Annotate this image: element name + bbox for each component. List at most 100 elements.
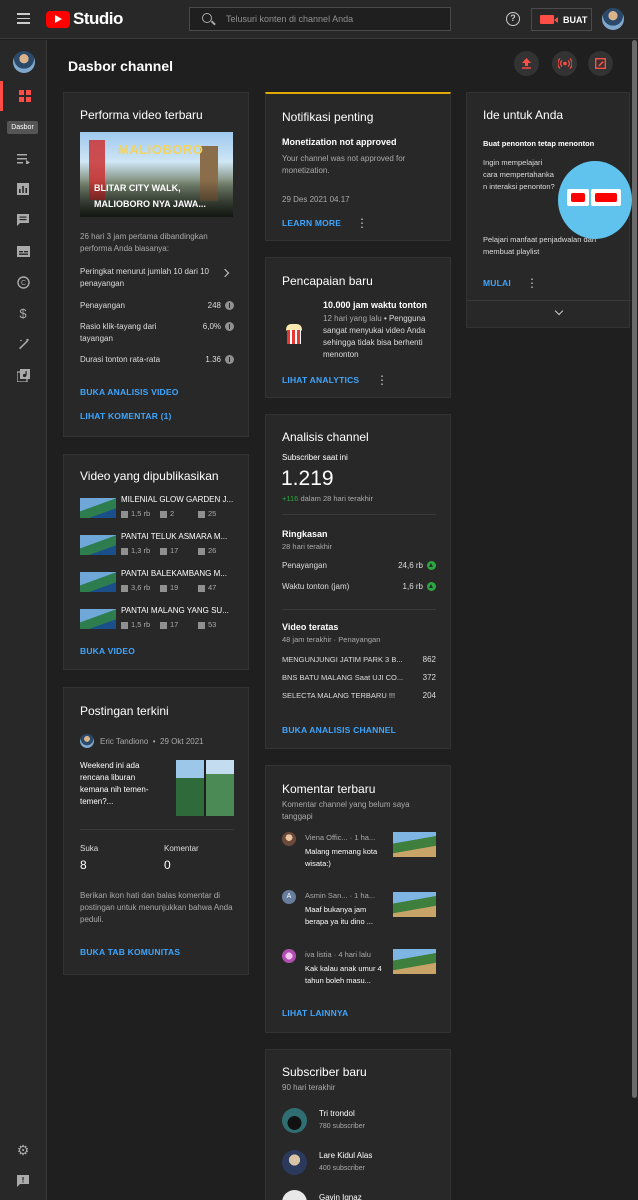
list-item[interactable]: MILENIAL GLOW GARDEN J... 1,5 rb 2 25	[80, 495, 240, 521]
post-text[interactable]: Weekend ini ada rencana liburan kemana n…	[80, 760, 165, 808]
studio-logo[interactable]: Studio	[46, 9, 123, 28]
subtitles-icon	[16, 245, 30, 257]
divider	[282, 514, 436, 515]
create-post-button[interactable]	[588, 51, 613, 76]
scrollbar[interactable]	[631, 40, 638, 1200]
create-button[interactable]: BUAT	[531, 8, 592, 31]
open-community-tab-link[interactable]: BUKA TAB KOMUNITAS	[80, 947, 180, 957]
sidebar-item-settings[interactable]: ⚙	[0, 1135, 46, 1165]
table-row[interactable]: MENGUNJUNGI JATIM PARK 3 B... 862	[282, 654, 436, 666]
scrollbar-thumb[interactable]	[632, 40, 637, 1098]
notification-date: 29 Des 2021 04.17	[282, 195, 350, 204]
video-title: PANTAI TELUK ASMARA M...	[121, 532, 228, 541]
views-icon	[121, 621, 128, 629]
open-videos-link[interactable]: BUKA VIDEO	[80, 646, 135, 656]
list-item[interactable]: Gavin Ignaz	[282, 1190, 442, 1200]
video-thumbnail	[80, 535, 116, 555]
like-icon	[198, 547, 205, 555]
list-item[interactable]: Lare Kidul Alas 400 subscriber	[282, 1150, 442, 1178]
card-title: Pencapaian baru	[282, 274, 373, 288]
sidebar-item-monetization[interactable]: $	[0, 298, 46, 328]
info-icon[interactable]	[225, 355, 234, 365]
help-icon[interactable]: ?	[506, 12, 520, 26]
card-latest-comments: Komentar terbaru Komentar channel yang b…	[265, 765, 451, 1033]
view-analytics-link[interactable]: LIHAT ANALYTICS	[282, 375, 359, 385]
audio-library-icon	[16, 368, 30, 382]
card-recent-posts: Postingan terkini Eric Tandiono • 29 Okt…	[63, 687, 249, 975]
info-icon[interactable]	[225, 301, 234, 311]
list-item[interactable]: A Asmin San... · 1 ha... Maaf bukanya ja…	[282, 890, 442, 940]
sidebar-item-audio-library[interactable]	[0, 360, 46, 390]
video-thumbnail[interactable]: MALIOBORO BLITAR CITY WALK, MALIOBORO NY…	[80, 132, 233, 217]
more-options-icon[interactable]	[356, 216, 368, 230]
sidebar-item-customization[interactable]	[0, 329, 46, 359]
video-views: 1,5 rb	[121, 509, 150, 518]
open-video-analytics-link[interactable]: BUKA ANALISIS VIDEO	[80, 387, 179, 397]
post-image[interactable]	[176, 760, 234, 816]
list-item[interactable]: Tri trondol 780 subscriber	[282, 1108, 442, 1136]
learn-more-link[interactable]: LEARN MORE	[282, 218, 341, 228]
comment-icon	[160, 621, 167, 629]
metric-value-avd: 1.36	[184, 354, 234, 366]
list-item[interactable]: PANTAI BALEKAMBANG M... 3,6 rb 19 47	[80, 569, 240, 595]
page-title: Dasbor channel	[68, 58, 174, 74]
comment-text: Kak kalau anak umur 4 tahun boleh masu..…	[305, 964, 382, 985]
video-title: PANTAI MALANG YANG SU...	[121, 606, 229, 615]
video-comments: 17	[160, 620, 178, 629]
live-icon	[557, 58, 572, 69]
sidebar-item-comments[interactable]	[0, 205, 46, 235]
view-more-comments-link[interactable]: LIHAT LAINNYA	[282, 1008, 348, 1018]
open-channel-analytics-link[interactable]: BUKA ANALISIS CHANNEL	[282, 725, 396, 735]
video-title: PANTAI BALEKAMBANG M...	[121, 569, 227, 578]
ideas-subtitle: Buat penonton tetap menonton	[483, 139, 595, 148]
upload-button[interactable]	[514, 51, 539, 76]
search-box[interactable]	[189, 7, 451, 31]
video-views: 1,3 rb	[121, 546, 150, 555]
rank-text: Peringkat menurut jumlah 10 dari 10 pena…	[80, 267, 209, 288]
copyright-icon: C	[16, 275, 30, 289]
table-row[interactable]: BNS BATU MALANG Saat UJI CO... 372	[282, 672, 436, 684]
video-title: MILENIAL GLOW GARDEN J...	[121, 495, 234, 504]
go-live-button[interactable]	[552, 51, 577, 76]
more-options-icon[interactable]	[526, 276, 538, 290]
start-link[interactable]: MULAI	[483, 278, 511, 288]
notification-body: Your channel was not approved for moneti…	[282, 154, 406, 175]
search-input[interactable]	[226, 12, 441, 26]
account-avatar[interactable]	[602, 8, 624, 30]
search-icon[interactable]	[202, 13, 212, 23]
thumbnail-text: MALIOBORO	[118, 142, 204, 157]
sidebar-item-subtitles[interactable]	[0, 236, 46, 266]
create-label: BUAT	[563, 14, 588, 25]
more-options-icon[interactable]	[376, 373, 388, 387]
list-item[interactable]: PANTAI TELUK ASMARA M... 1,3 rb 17 26	[80, 532, 240, 558]
sidebar-item-analytics[interactable]	[0, 174, 46, 204]
list-item[interactable]: Viena Offic... · 1 ha... Malang memang k…	[282, 832, 442, 882]
post-author-avatar	[80, 734, 94, 748]
achievement-headline: 10.000 jam waktu tonton	[323, 300, 428, 310]
chevron-down-icon[interactable]	[554, 306, 564, 316]
sidebar-item-content[interactable]	[0, 143, 46, 173]
view-comments-link[interactable]: LIHAT KOMENTAR (1)	[80, 411, 172, 421]
channel-avatar[interactable]	[13, 51, 35, 73]
subscriber-avatar	[282, 1108, 307, 1133]
video-likes: 47	[198, 583, 216, 592]
list-item[interactable]: PANTAI MALANG YANG SU... 1,5 rb 17 53	[80, 606, 240, 632]
subscribers-label: Subscriber saat ini	[282, 453, 348, 462]
comment-icon	[160, 547, 167, 555]
sidebar-item-dashboard[interactable]	[0, 81, 46, 111]
divider	[467, 300, 631, 301]
top-video-title: MENGUNJUNGI JATIM PARK 3 B...	[282, 655, 403, 664]
menu-icon[interactable]	[17, 13, 30, 24]
trend-up-icon	[427, 582, 436, 592]
table-row[interactable]: SELECTA MALANG TERBARU !!! 204	[282, 690, 436, 702]
commenter-avatar: A	[282, 890, 296, 904]
summary-value-views: 24,6 rb	[376, 560, 436, 572]
info-icon[interactable]	[225, 322, 234, 332]
magic-wand-icon	[18, 338, 29, 349]
sidebar-item-feedback[interactable]	[0, 1166, 46, 1196]
sidebar-item-copyright[interactable]: C	[0, 267, 46, 297]
notification-headline: Monetization not approved	[282, 137, 397, 147]
rank-row[interactable]: Peringkat menurut jumlah 10 dari 10 pena…	[80, 266, 235, 290]
list-item[interactable]: iva listia · 4 hari lalu Kak kalau anak …	[282, 949, 442, 999]
upload-icon	[522, 58, 531, 69]
